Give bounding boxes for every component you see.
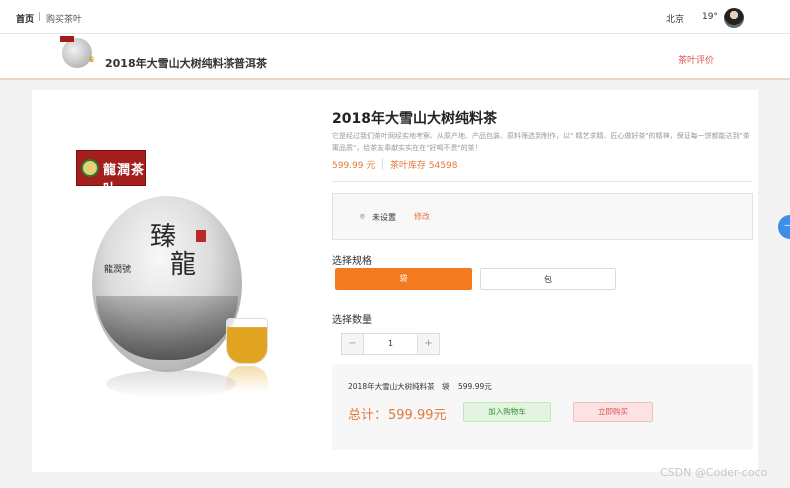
- tea-cup-image: [226, 318, 268, 364]
- temperature-label: 19°: [702, 12, 718, 22]
- product-category[interactable]: 普洱茶: [234, 55, 267, 71]
- summary-item-price: 599.99元: [458, 382, 492, 391]
- side-tab-icon: —: [784, 220, 790, 231]
- total-label: 总计：: [348, 408, 388, 423]
- increase-quantity-button[interactable]: +: [417, 334, 439, 354]
- summary-item-name: 2018年大雪山大树纯料茶: [348, 382, 435, 391]
- breadcrumb-home-link[interactable]: 首页: [16, 12, 34, 25]
- cake-char-2: 龍: [170, 250, 197, 280]
- spec-option-pack[interactable]: 包: [480, 268, 616, 290]
- breadcrumb-separator: |: [38, 12, 42, 22]
- product-description: 它是经过我们茶叶网经实地考察、从原产地、产品包装、原料筛选到制作，以" 精艺求精…: [332, 132, 750, 152]
- section-divider: [332, 181, 752, 182]
- header-divider: [226, 56, 227, 68]
- location-pin-icon: ⌾: [360, 212, 365, 221]
- summary-item-spec: 袋: [442, 382, 450, 391]
- brand-logo-text: 龍潤茶叶: [103, 163, 146, 197]
- product-stock: 茶叶库存 54598: [390, 161, 458, 171]
- spec-option-bag[interactable]: 袋: [335, 268, 472, 290]
- product-title: 2018年大雪山大树纯料茶: [332, 111, 497, 127]
- brand-emblem-icon: [81, 159, 99, 177]
- top-navigation-bar: 首页 | 购买茶叶 北京 19°: [0, 0, 790, 34]
- product-price: 599.99 元: [332, 161, 376, 171]
- tea-review-link[interactable]: 茶叶评价: [678, 53, 714, 66]
- user-avatar[interactable]: [724, 8, 744, 28]
- breadcrumb-current: 购买茶叶: [46, 15, 83, 25]
- quantity-label: 选择数量: [332, 315, 372, 326]
- cake-reflection: [106, 370, 236, 398]
- quantity-input[interactable]: 1: [364, 334, 417, 354]
- edit-address-link[interactable]: 修改: [414, 211, 430, 222]
- thumbnail-tag-icon: [60, 36, 74, 42]
- crown-icon: ♛: [88, 55, 96, 64]
- address-text: 未设置: [372, 213, 396, 222]
- watermark: CSDN @Coder-coco: [660, 466, 768, 479]
- red-seal-icon: [196, 230, 206, 242]
- add-to-cart-button[interactable]: 加入购物车: [463, 402, 551, 422]
- decrease-quantity-button[interactable]: −: [342, 334, 364, 354]
- product-header-bar: ♛ 2018年大雪山大树纯料茶 普洱茶 茶叶评价: [0, 34, 790, 80]
- total-value: 599.99元: [388, 408, 447, 423]
- price-stock-divider: [382, 158, 383, 170]
- city-label[interactable]: 北京: [666, 12, 684, 25]
- tea-cup-reflection: [226, 366, 268, 392]
- brand-logo: 龍潤茶叶: [76, 150, 146, 197]
- quantity-stepper: − 1 +: [341, 333, 440, 355]
- buy-now-button[interactable]: 立即购买: [573, 402, 653, 422]
- spec-label: 选择规格: [332, 256, 372, 267]
- cake-brand-text: 龍潤號: [104, 265, 132, 275]
- product-header-title: 2018年大雪山大树纯料茶: [105, 57, 235, 70]
